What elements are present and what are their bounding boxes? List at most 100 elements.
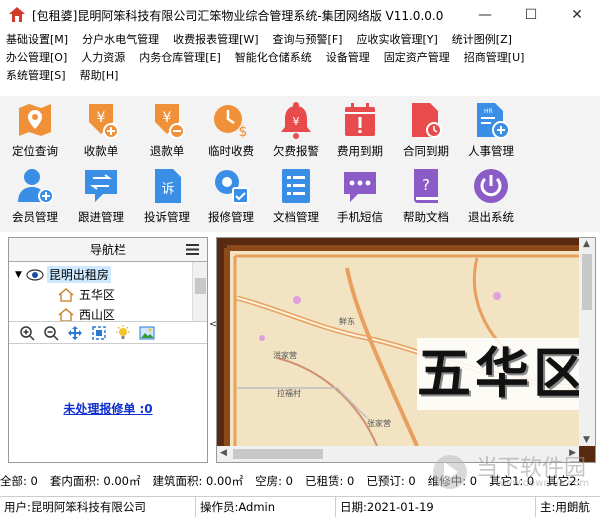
tree-node-label: 五华区 (79, 288, 116, 302)
tree-node-wuhua[interactable]: 五华区 (57, 286, 115, 303)
menu-equipment[interactable]: 设备管理 (326, 49, 370, 65)
tool-label: 帮助文档 (403, 210, 449, 224)
title-bar: [包租婆]昆明阿笨科技有限公司汇笨物业综合管理系统-集团网络版 V11.0.0.… (0, 0, 600, 30)
tool-help-docs[interactable]: ? 帮助文档 (393, 166, 459, 225)
menu-query-alerts[interactable]: 查询与预警[F] (273, 31, 343, 47)
tree-root[interactable]: ▼ 昆明出租房 (15, 266, 111, 283)
menu-office[interactable]: 办公管理[O] (6, 49, 67, 65)
tool-label: 欠费报警 (273, 144, 319, 158)
tool-label: 退款单 (149, 144, 185, 158)
map-place-label: 张家营 (367, 419, 391, 428)
app-house-icon (9, 7, 25, 22)
collapse-chevron-icon[interactable]: ▼ (15, 270, 22, 280)
tool-label: 合同到期 (403, 144, 449, 158)
zoom-in-icon[interactable] (19, 325, 35, 341)
map-place-label: 洪家营 (273, 351, 297, 360)
menu-basic-settings[interactable]: 基础设置[M] (6, 31, 68, 47)
pan-icon[interactable] (67, 325, 83, 341)
help-book-icon: ? (414, 169, 438, 203)
tool-hr[interactable]: HR 人事管理 (458, 100, 524, 159)
navigation-pane: 导航栏 ▼ 昆明出租房 五华区 西山区 未处理报修单:0 (8, 237, 208, 463)
map-place-label: 拉福村 (277, 389, 301, 398)
stat-total: 全部: 0 (0, 474, 38, 488)
main-window: [包租婆]昆明阿笨科技有限公司汇笨物业综合管理系统-集团网络版 V11.0.0.… (0, 0, 600, 517)
tool-label: 收款单 (83, 144, 119, 158)
tree-node-label: 西山区 (79, 308, 116, 322)
watermark-logo-icon (433, 455, 467, 489)
complaint-icon: 诉 (155, 169, 181, 203)
menu-fixed-assets[interactable]: 固定资产管理 (384, 49, 450, 65)
status-operator: 操作员:Admin (196, 497, 336, 517)
district-label: 五华区 (417, 342, 591, 405)
hamburger-menu-icon[interactable] (186, 244, 199, 255)
map-tools (9, 322, 207, 344)
window-title: [包租婆]昆明阿笨科技有限公司汇笨物业综合管理系统-集团网络版 V11.0.0.… (32, 8, 444, 23)
menu-hr[interactable]: 人力资源 (81, 49, 125, 65)
menu-smart-storage[interactable]: 智能化仓储系统 (235, 49, 312, 65)
zoom-out-icon[interactable] (43, 325, 59, 341)
scroll-thumb[interactable] (233, 449, 323, 459)
scroll-thumb[interactable] (582, 254, 592, 310)
maximize-button[interactable]: ☐ (508, 0, 554, 30)
menu-utilities[interactable]: 分户水电气管理 (82, 31, 159, 47)
document-list-icon (282, 169, 310, 203)
menu-fee-reports[interactable]: 收费报表管理[W] (173, 31, 258, 47)
stat-reserved: 已预订: 0 (366, 474, 416, 488)
tool-fee-due[interactable]: 费用到期 (327, 100, 393, 159)
tool-complaint[interactable]: 诉 投诉管理 (134, 166, 200, 225)
fit-extent-icon[interactable] (91, 325, 107, 341)
tree-scrollbar[interactable] (192, 262, 207, 321)
map-view[interactable]: 五华区 洪家营 鲜东 拉福村 张家营 ▲ ▼ ◀ ▶ (216, 237, 596, 463)
pane-splitter[interactable]: < (208, 237, 217, 463)
tool-label: 投诉管理 (144, 210, 190, 224)
svg-text:?: ? (422, 176, 430, 194)
tool-label: 文档管理 (273, 210, 319, 224)
calendar-alert-icon (345, 103, 375, 136)
document-clock-icon (412, 103, 442, 138)
stat-leased: 已租赁: 0 (305, 474, 355, 488)
yen-plus-icon: ¥ (89, 104, 119, 139)
picture-icon[interactable] (139, 325, 155, 341)
tool-repair[interactable]: 报修管理 (198, 166, 264, 225)
highlight-bulb-icon[interactable] (115, 324, 131, 341)
stat-inner-area: 套内面积: 0.00㎡ (49, 474, 141, 488)
menu-system[interactable]: 系统管理[S] (6, 67, 66, 83)
tool-receipt[interactable]: ¥ 收款单 (68, 100, 134, 159)
add-member-icon (18, 169, 54, 204)
tool-contract-due[interactable]: 合同到期 (393, 100, 459, 159)
minimize-button[interactable]: — (462, 0, 508, 30)
tool-exit[interactable]: 退出系统 (458, 166, 524, 225)
menu-help[interactable]: 帮助[H] (80, 67, 119, 83)
close-button[interactable]: ✕ (554, 0, 600, 30)
sms-icon (344, 172, 376, 202)
tool-label: 跟进管理 (78, 210, 124, 224)
tool-location-query[interactable]: 定位查询 (2, 100, 68, 159)
menu-investment[interactable]: 招商管理[U] (464, 49, 525, 65)
menu-receivables[interactable]: 应收实收管理[Y] (356, 31, 437, 47)
hr-document-icon: HR (477, 103, 510, 139)
house-outline-icon (58, 307, 74, 321)
bell-icon: ¥ (281, 102, 311, 139)
svg-text:¥: ¥ (97, 110, 106, 126)
menu-charts[interactable]: 统计图例[Z] (452, 31, 512, 47)
clock-yen-icon: $ (214, 105, 247, 140)
tool-sms[interactable]: 手机短信 (327, 166, 393, 225)
property-tree: ▼ 昆明出租房 五华区 西山区 (9, 262, 207, 322)
tool-arrears-alert[interactable]: ¥ 欠费报警 (263, 100, 329, 159)
toolbar: 定位查询 ¥ 收款单 ¥ 退款单 $ 临时收费 ¥ 欠费报警 费用到期 合同到期… (0, 96, 600, 232)
svg-text:¥: ¥ (163, 110, 172, 126)
menu-row-2: 办公管理[O] 人力资源 内务仓库管理[E] 智能化仓储系统 设备管理 固定资产… (6, 48, 600, 66)
tool-follow-up[interactable]: 跟进管理 (68, 166, 134, 225)
tool-member[interactable]: 会员管理 (2, 166, 68, 225)
tool-documents[interactable]: 文档管理 (263, 166, 329, 225)
tree-node-xishan[interactable]: 西山区 (57, 306, 116, 322)
pending-repairs-link[interactable]: 未处理报修单 :0 (63, 402, 152, 416)
tool-refund[interactable]: ¥ 退款单 (134, 100, 200, 159)
tool-label: 报修管理 (208, 210, 254, 224)
menu-row-1: 基础设置[M] 分户水电气管理 收费报表管理[W] 查询与预警[F] 应收实收管… (6, 30, 600, 48)
menu-bar: 基础设置[M] 分户水电气管理 收费报表管理[W] 查询与预警[F] 应收实收管… (0, 30, 600, 84)
tool-temp-charge[interactable]: $ 临时收费 (198, 100, 264, 159)
map-vertical-scrollbar[interactable]: ▲ ▼ (579, 238, 595, 446)
menu-warehouse[interactable]: 内务仓库管理[E] (139, 49, 221, 65)
tool-label: 退出系统 (468, 210, 514, 224)
